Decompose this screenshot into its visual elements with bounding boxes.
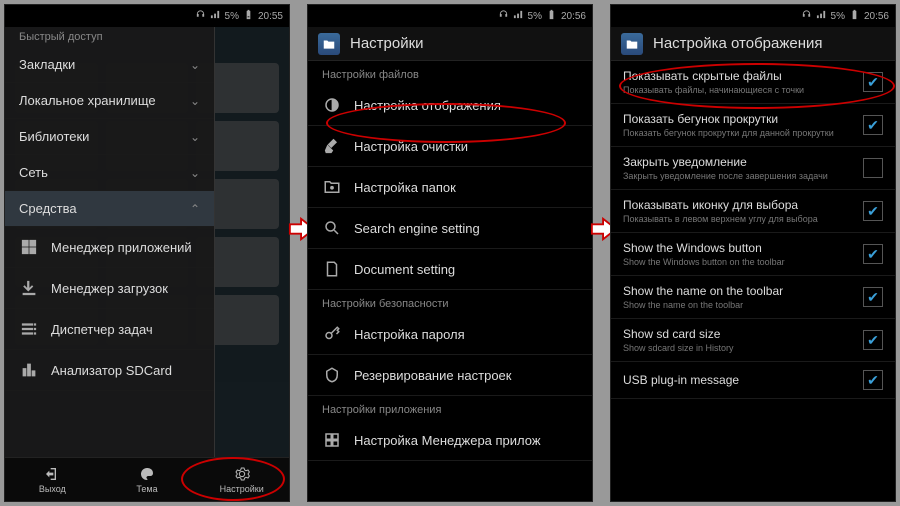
document-icon — [322, 259, 342, 279]
checkbox[interactable] — [863, 370, 883, 390]
option-sublabel: Показывать в левом верхнем углу для выбо… — [623, 214, 851, 224]
option-label: USB plug-in message — [623, 373, 851, 387]
app-icon — [318, 33, 340, 55]
status-bar: 5% 20:56 — [308, 5, 592, 27]
option-sublabel: Show the name on the toolbar — [623, 300, 851, 310]
display-option-row[interactable]: Показывать скрытые файлы Показывать файлы… — [611, 61, 895, 104]
checkbox[interactable] — [863, 115, 883, 135]
item-backup-settings[interactable]: Резервирование настроек — [308, 355, 592, 396]
app-icon — [621, 33, 643, 55]
item-app-manager-settings[interactable]: Настройка Менеджера прилож — [308, 420, 592, 461]
backup-icon — [322, 365, 342, 385]
phone-screen-3: 5% 20:56 Настройка отображения Показыват… — [610, 4, 896, 502]
settings-button[interactable]: Настройки — [194, 458, 289, 501]
tool-download-manager[interactable]: Менеджер загрузок — [5, 268, 214, 309]
option-label: Показать бегунок прокрутки — [623, 112, 851, 126]
page-title: Настройки — [350, 35, 424, 52]
status-bar: 5% 20:56 — [611, 5, 895, 27]
item-document-settings[interactable]: Document setting — [308, 249, 592, 290]
item-password-settings[interactable]: Настройка пароля — [308, 314, 592, 355]
signal-icon — [513, 9, 524, 23]
headphones-icon — [195, 9, 206, 23]
apps-icon — [19, 237, 39, 257]
drawer-item-tools[interactable]: Средства⌃ — [5, 191, 214, 227]
option-sublabel: Show sdcard size in History — [623, 343, 851, 353]
theme-button[interactable]: Тема — [100, 458, 195, 501]
chevron-up-icon: ⌃ — [190, 202, 200, 216]
chart-icon — [19, 360, 39, 380]
display-option-row[interactable]: Закрыть уведомление Закрыть уведомление п… — [611, 147, 895, 190]
display-icon — [322, 95, 342, 115]
checkbox[interactable] — [863, 244, 883, 264]
tasks-icon — [19, 319, 39, 339]
option-label: Показывать иконку для выбора — [623, 198, 851, 212]
display-option-row[interactable]: Show the Windows button Show the Windows … — [611, 233, 895, 276]
battery-text: 5% — [225, 11, 239, 22]
phone-screen-2: 5% 20:56 Настройки Настройки файлов Наст… — [307, 4, 593, 502]
status-bar: 5% 20:55 — [5, 5, 289, 27]
item-folder-settings[interactable]: Настройка папок — [308, 167, 592, 208]
section-files: Настройки файлов — [308, 61, 592, 85]
chevron-down-icon: ⌄ — [190, 166, 200, 180]
option-label: Show sd card size — [623, 327, 851, 341]
tool-task-manager[interactable]: Диспетчер задач — [5, 309, 214, 350]
checkbox[interactable] — [863, 287, 883, 307]
display-option-row[interactable]: USB plug-in message — [611, 362, 895, 399]
option-label: Show the name on the toolbar — [623, 284, 851, 298]
clock: 20:56 — [561, 11, 586, 22]
battery-icon — [546, 9, 557, 23]
option-sublabel: Показать бегунок прокрутки для данной пр… — [623, 128, 851, 138]
display-option-row[interactable]: Show the name on the toolbar Show the nam… — [611, 276, 895, 319]
apps-icon — [322, 430, 342, 450]
battery-icon — [243, 9, 254, 23]
chevron-down-icon: ⌄ — [190, 58, 200, 72]
phone-screen-1: 5% 20:55 Быстрый доступ Закладки⌄ Локаль… — [4, 4, 290, 502]
checkbox[interactable] — [863, 158, 883, 178]
option-sublabel: Показывать файлы, начинающиеся с точки — [623, 85, 851, 95]
drawer-item-libraries[interactable]: Библиотеки⌄ — [5, 119, 214, 155]
drawer-bottom-bar: Выход Тема Настройки — [5, 457, 289, 501]
clock: 20:56 — [864, 11, 889, 22]
item-search-settings[interactable]: Search engine setting — [308, 208, 592, 249]
download-icon — [19, 278, 39, 298]
display-option-row[interactable]: Показать бегунок прокрутки Показать бегун… — [611, 104, 895, 147]
settings-header: Настройки — [308, 27, 592, 61]
page-title: Настройка отображения — [653, 35, 823, 52]
chevron-down-icon: ⌄ — [190, 130, 200, 144]
exit-button[interactable]: Выход — [5, 458, 100, 501]
battery-icon — [849, 9, 860, 23]
item-cleanup-settings[interactable]: Настройка очистки — [308, 126, 592, 167]
clock: 20:55 — [258, 11, 283, 22]
checkbox[interactable] — [863, 330, 883, 350]
option-sublabel: Show the Windows button on the toolbar — [623, 257, 851, 267]
display-settings-header: Настройка отображения — [611, 27, 895, 61]
chevron-down-icon: ⌄ — [190, 94, 200, 108]
key-icon — [322, 324, 342, 344]
headphones-icon — [498, 9, 509, 23]
drawer-section-quick: Быстрый доступ — [5, 27, 214, 47]
side-drawer: Быстрый доступ Закладки⌄ Локальное храни… — [5, 27, 215, 501]
signal-icon — [816, 9, 827, 23]
section-security: Настройки безопасности — [308, 290, 592, 314]
broom-icon — [322, 136, 342, 156]
option-label: Show the Windows button — [623, 241, 851, 255]
drawer-item-local[interactable]: Локальное хранилище⌄ — [5, 83, 214, 119]
section-app: Настройки приложения — [308, 396, 592, 420]
checkbox[interactable] — [863, 72, 883, 92]
item-display-settings[interactable]: Настройка отображения — [308, 85, 592, 126]
drawer-item-network[interactable]: Сеть⌄ — [5, 155, 214, 191]
folder-settings-icon — [322, 177, 342, 197]
tool-app-manager[interactable]: Менеджер приложений — [5, 227, 214, 268]
option-sublabel: Закрыть уведомление после завершения зад… — [623, 171, 851, 181]
signal-icon — [210, 9, 221, 23]
checkbox[interactable] — [863, 201, 883, 221]
tool-sdcard-analyzer[interactable]: Анализатор SDCard — [5, 350, 214, 391]
display-option-row[interactable]: Show sd card size Show sdcard size in His… — [611, 319, 895, 362]
option-label: Показывать скрытые файлы — [623, 69, 851, 83]
drawer-item-bookmarks[interactable]: Закладки⌄ — [5, 47, 214, 83]
display-option-row[interactable]: Показывать иконку для выбора Показывать в… — [611, 190, 895, 233]
option-label: Закрыть уведомление — [623, 155, 851, 169]
search-icon — [322, 218, 342, 238]
headphones-icon — [801, 9, 812, 23]
